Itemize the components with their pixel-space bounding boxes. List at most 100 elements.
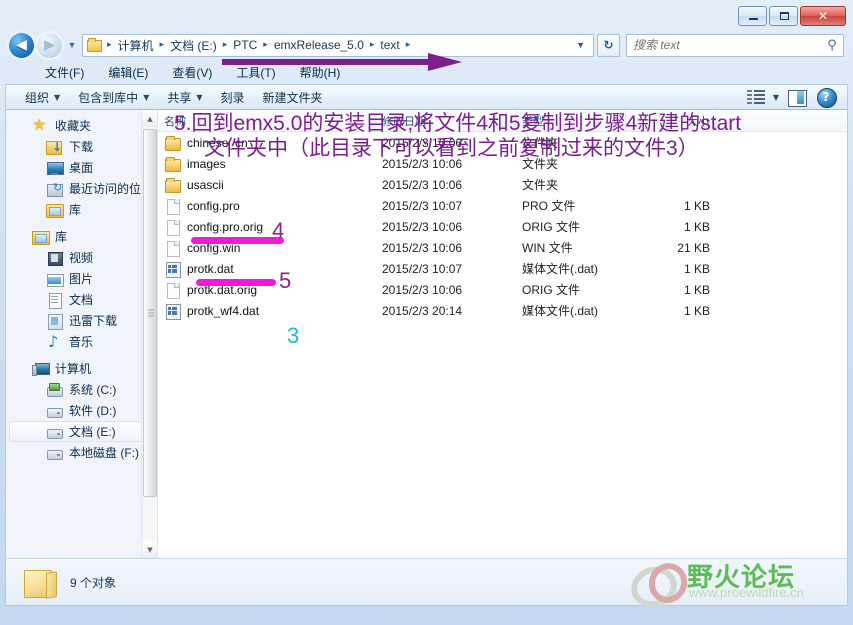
folder-icon	[86, 38, 102, 52]
table-row[interactable]: config.pro 2015/2/3 10:07 PRO 文件 1 KB	[158, 195, 847, 216]
burn-label: 刻录	[220, 90, 245, 105]
table-row[interactable]: config.pro.orig 2015/2/3 10:06 ORIG 文件 1…	[158, 216, 847, 237]
new-folder-button[interactable]: 新建文件夹	[254, 86, 332, 109]
breadcrumb-item-emxrelease[interactable]: emxRelease_5.0	[271, 36, 367, 54]
close-icon: ✕	[817, 9, 829, 23]
organize-button[interactable]: 组织 ▼	[16, 86, 69, 109]
file-size-cell: 1 KB	[683, 198, 710, 213]
table-row[interactable]: protk_wf4.dat 2015/2/3 20:14 媒体文件(.dat) …	[158, 300, 847, 321]
file-name-cell[interactable]: usascii	[158, 177, 376, 193]
file-name: chinese_cn	[187, 135, 248, 150]
file-name-cell[interactable]: protk_wf4.dat	[158, 303, 376, 320]
chevron-down-icon[interactable]: ▼	[566, 40, 591, 50]
breadcrumb-separator: ▸	[369, 40, 375, 50]
menu-tools[interactable]: 工具(T)	[232, 62, 279, 83]
sidebar-item-label: 软件 (D:)	[69, 404, 117, 418]
sidebar-item-drive-d[interactable]: 软件 (D:)	[6, 400, 157, 421]
table-row[interactable]: images 2015/2/3 10:06 文件夹	[158, 153, 847, 174]
nav-group-libraries: 库 视频 图片 文档 迅雷下载 ♪ 音乐	[6, 226, 157, 352]
breadcrumb-item-text[interactable]: text	[377, 36, 402, 54]
help-icon[interactable]	[813, 87, 839, 108]
column-header-size[interactable]: 大小	[626, 110, 716, 132]
table-row[interactable]: protk.dat 2015/2/3 10:07 媒体文件(.dat) 1 KB	[158, 258, 847, 279]
sidebar-item-downloads[interactable]: 下载	[6, 136, 157, 157]
back-button[interactable]: ◀	[9, 32, 34, 58]
sidebar-item-pictures[interactable]: 图片	[6, 268, 157, 289]
drive-icon	[46, 445, 63, 461]
column-header-type[interactable]: 类型	[516, 110, 626, 132]
file-name-cell[interactable]: protk.dat.orig	[158, 282, 376, 299]
sidebar-item-music[interactable]: 音乐	[6, 331, 157, 352]
breadcrumb-separator: ▸	[222, 40, 228, 50]
sidebar-item-desktop[interactable]: 桌面	[6, 157, 157, 178]
breadcrumb-item-documents-e[interactable]: 文档 (E:)	[167, 35, 220, 56]
sidebar-item-favorites[interactable]: 收藏夹	[6, 115, 157, 136]
file-name-cell[interactable]: chinese_cn	[158, 135, 376, 151]
breadcrumb-separator: ▸	[405, 40, 411, 50]
search-input[interactable]	[633, 38, 824, 52]
sidebar-item-libraries[interactable]: 库	[6, 226, 157, 247]
share-button[interactable]: 共享 ▼	[158, 86, 211, 109]
sidebar-item-thunder-download[interactable]: 迅雷下载	[6, 310, 157, 331]
file-size-cell: 1 KB	[683, 261, 710, 276]
table-row[interactable]: chinese_cn 2015/2/3 10:06 文件夹	[158, 132, 847, 153]
sidebar-item-recent-places[interactable]: 最近访问的位置	[6, 178, 157, 199]
file-name-cell[interactable]: config.pro.orig	[158, 219, 376, 236]
chevron-down-icon[interactable]: ▼	[773, 93, 779, 102]
table-row[interactable]: usascii 2015/2/3 10:06 文件夹	[158, 174, 847, 195]
menu-bar: 文件(F) 编辑(E) 查看(V) 工具(T) 帮助(H)	[5, 60, 848, 84]
menu-view[interactable]: 查看(V)	[168, 62, 216, 83]
navigation-list: 收藏夹 下载 桌面 最近访问的位置	[6, 110, 157, 463]
download-folder-icon	[46, 139, 63, 155]
breadcrumb-item-computer[interactable]: 计算机	[115, 35, 157, 56]
scroll-down-icon[interactable]: ▼	[142, 541, 157, 558]
file-type-cell: ORIG 文件	[522, 283, 581, 297]
sidebar-item-drive-f[interactable]: 本地磁盘 (F:)	[6, 442, 157, 463]
computer-icon	[32, 361, 50, 377]
menu-help[interactable]: 帮助(H)	[296, 62, 345, 83]
file-size-cell: 1 KB	[683, 219, 710, 234]
sidebar-item-library-fav[interactable]: 库	[6, 199, 157, 220]
scrollbar-thumb[interactable]	[143, 129, 157, 497]
breadcrumb-item-ptc[interactable]: PTC	[230, 36, 260, 54]
navigation-scrollbar[interactable]: ▲ ▼	[141, 110, 157, 558]
table-row[interactable]: config.win 2015/2/3 10:06 WIN 文件 21 KB	[158, 237, 847, 258]
file-name-cell[interactable]: images	[158, 156, 376, 172]
file-name: protk.dat.orig	[187, 282, 258, 297]
toolbar-right-group: ▼	[743, 87, 843, 108]
file-icon	[164, 240, 181, 257]
file-size-cell: 1 KB	[683, 303, 710, 318]
menu-file[interactable]: 文件(F)	[41, 62, 88, 83]
sidebar-item-label: 视频	[69, 251, 94, 265]
column-header-date-modified[interactable]: 修改日期	[376, 110, 516, 132]
scroll-up-icon[interactable]: ▲	[142, 110, 157, 127]
include-in-library-button[interactable]: 包含到库中 ▼	[69, 86, 158, 109]
file-date-cell: 2015/2/3 20:14	[382, 303, 463, 318]
file-name-cell[interactable]: protk.dat	[158, 261, 376, 278]
burn-button[interactable]: 刻录	[212, 86, 254, 109]
sidebar-item-label: 下载	[69, 140, 94, 154]
view-layout-icon[interactable]	[743, 87, 769, 107]
file-name-cell[interactable]: config.win	[158, 240, 376, 257]
column-header-name[interactable]: 名称	[158, 110, 376, 132]
sidebar-item-documents[interactable]: 文档	[6, 289, 157, 310]
maximize-button[interactable]	[769, 6, 798, 26]
file-date-cell: 2015/2/3 10:07	[382, 198, 463, 213]
minimize-button[interactable]	[738, 6, 767, 26]
system-drive-icon	[46, 382, 63, 398]
sidebar-item-drive-c[interactable]: 系统 (C:)	[6, 379, 157, 400]
recent-pages-dropdown[interactable]: ▼	[65, 40, 79, 50]
menu-edit[interactable]: 编辑(E)	[104, 62, 152, 83]
refresh-button[interactable]: ↻	[597, 33, 620, 57]
forward-button[interactable]: ▶	[37, 32, 62, 58]
file-name-cell[interactable]: config.pro	[158, 198, 376, 215]
watermark-logo-icon	[629, 563, 687, 601]
sidebar-item-drive-e[interactable]: 文档 (E:)	[9, 421, 153, 442]
sidebar-item-computer[interactable]: 计算机	[6, 358, 157, 379]
preview-pane-icon[interactable]	[783, 87, 809, 107]
sidebar-item-videos[interactable]: 视频	[6, 247, 157, 268]
table-row[interactable]: protk.dat.orig 2015/2/3 10:06 ORIG 文件 1 …	[158, 279, 847, 300]
breadcrumb[interactable]: ▸ 计算机 ▸ 文档 (E:) ▸ PTC ▸ emxRelease_5.0 ▸…	[82, 33, 594, 57]
close-button[interactable]: ✕	[800, 6, 846, 26]
search-box[interactable]: ⚲	[626, 33, 844, 57]
